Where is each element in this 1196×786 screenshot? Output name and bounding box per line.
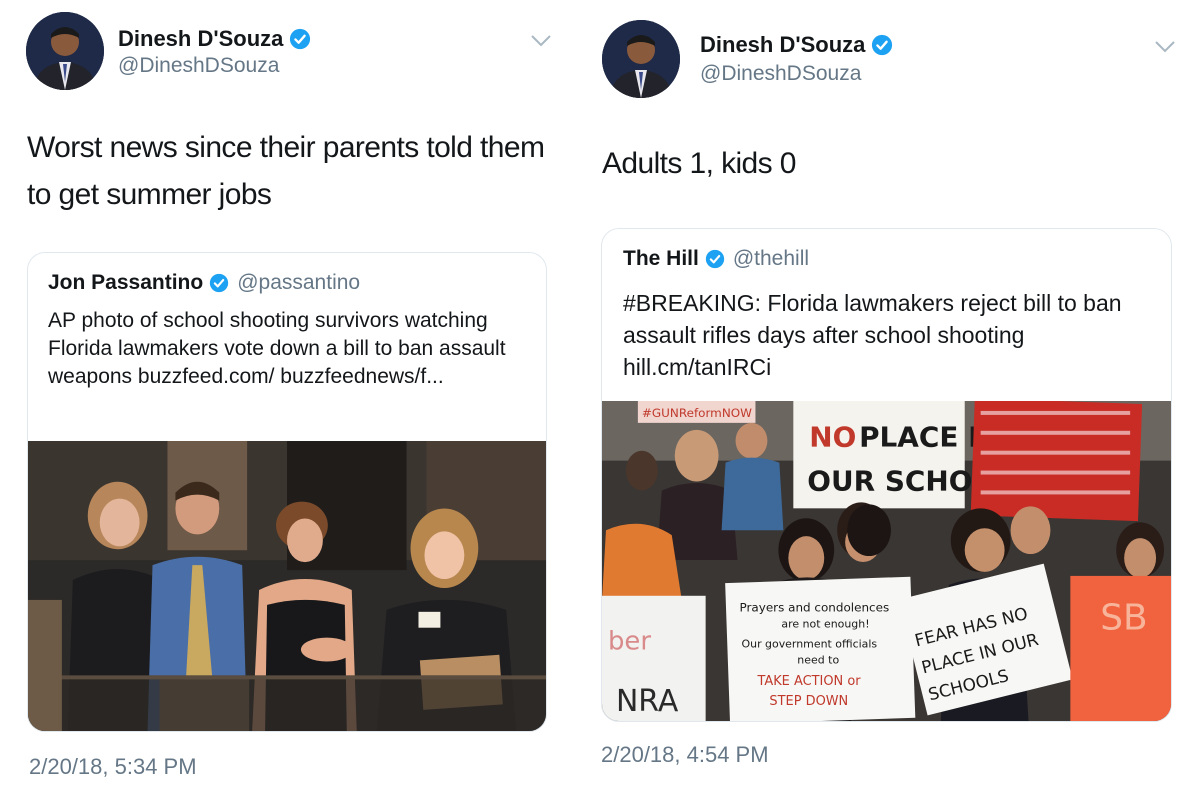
sign-gun-reform: #GUNReformNOW <box>642 406 752 420</box>
author-name[interactable]: Dinesh D'Souza <box>700 32 893 58</box>
tweet-text: Worst news since their parents told them… <box>27 131 545 211</box>
sign-prayers-5: TAKE ACTION or <box>756 674 861 689</box>
quoted-author[interactable]: The Hill @thehill <box>623 247 809 271</box>
tweet-text: Adults 1, kids 0 <box>602 147 796 180</box>
quoted-text: #BREAKING: Florida lawmakers reject bill… <box>623 290 1122 380</box>
timestamp[interactable]: 2/20/18, 5:34 PM <box>29 754 197 780</box>
svg-text:SB: SB <box>1100 598 1147 639</box>
timestamp[interactable]: 2/20/18, 4:54 PM <box>601 742 769 768</box>
svg-text:NO: NO <box>809 421 856 454</box>
quoted-text: AP photo of school shooting survivors wa… <box>48 309 506 388</box>
quoted-author[interactable]: Jon Passantino @passantino <box>48 271 360 295</box>
tweet-left: Dinesh D'Souza @DineshDSouza Worst news … <box>0 0 570 786</box>
avatar[interactable] <box>602 20 680 98</box>
quoted-tweet[interactable]: Jon Passantino @passantino AP photo of s… <box>27 252 547 732</box>
quoted-author-name[interactable]: Jon Passantino <box>48 271 203 295</box>
author-handle[interactable]: @DineshDSouza <box>118 54 279 78</box>
avatar[interactable] <box>26 12 104 90</box>
sign-prayers-4: need to <box>797 653 839 666</box>
author-name-text[interactable]: Dinesh D'Souza <box>118 26 283 52</box>
quoted-photo[interactable]: #GUNReformNOW NO PLACE IN OUR SCHOOLS be… <box>602 401 1171 721</box>
chevron-down-icon[interactable] <box>530 34 552 48</box>
chevron-down-icon[interactable] <box>1154 40 1176 54</box>
sign-nra: NRA <box>616 684 679 719</box>
sign-prayers-3: Our government officials <box>742 637 878 650</box>
quoted-author-name[interactable]: The Hill <box>623 247 699 271</box>
sign-prayers-1: Prayers and condolences <box>740 601 890 615</box>
svg-text:ber: ber <box>608 626 651 656</box>
tweet-right: Dinesh D'Souza @DineshDSouza Adults 1, k… <box>578 0 1196 786</box>
author-handle[interactable]: @DineshDSouza <box>700 62 861 86</box>
quoted-author-handle[interactable]: @thehill <box>733 247 809 271</box>
quoted-author-handle[interactable]: @passantino <box>237 271 360 295</box>
sign-prayers-2: are not enough! <box>781 618 869 631</box>
verified-badge-icon <box>209 273 229 293</box>
quoted-photo[interactable] <box>28 441 546 731</box>
verified-badge-icon <box>289 28 311 50</box>
verified-badge-icon <box>705 249 725 269</box>
author-name[interactable]: Dinesh D'Souza <box>118 26 311 52</box>
author-name-text[interactable]: Dinesh D'Souza <box>700 32 865 58</box>
verified-badge-icon <box>871 34 893 56</box>
sign-prayers-6: STEP DOWN <box>769 694 848 709</box>
quoted-tweet[interactable]: The Hill @thehill #BREAKING: Florida law… <box>601 228 1172 722</box>
